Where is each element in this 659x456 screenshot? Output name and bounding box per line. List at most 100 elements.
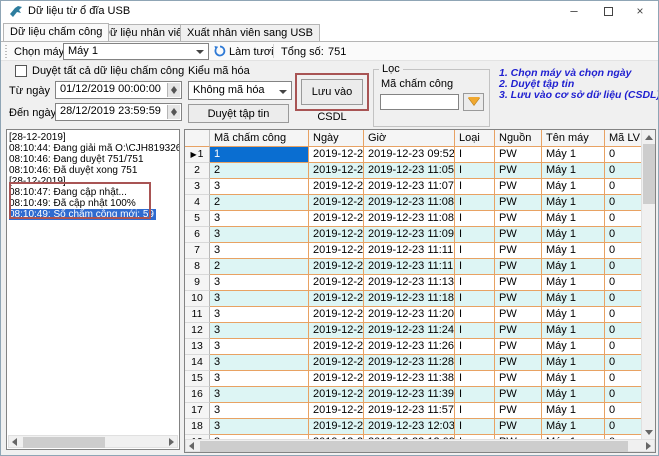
table-cell[interactable]: PW bbox=[495, 163, 542, 179]
row-header-cell[interactable]: 5 bbox=[185, 211, 210, 227]
maximize-button[interactable] bbox=[592, 1, 624, 23]
table-cell[interactable]: 2 bbox=[210, 163, 309, 179]
row-header-cell[interactable]: 4 bbox=[185, 195, 210, 211]
table-cell[interactable]: Máy 1 bbox=[542, 291, 605, 307]
table-cell[interactable]: 2019-12-23 bbox=[309, 403, 364, 419]
table-cell[interactable]: 2019-12-23 11:09:55 bbox=[364, 227, 455, 243]
log-line[interactable]: 08:10:46: Đã duyệt xong 751 bbox=[9, 165, 179, 176]
table-cell[interactable]: 0 bbox=[605, 179, 643, 195]
table-cell[interactable]: Máy 1 bbox=[542, 163, 605, 179]
table-row[interactable]: 1532019-12-232019-12-23 11:38:03IPWMáy 1… bbox=[185, 371, 643, 387]
column-header[interactable]: Tên máy bbox=[542, 130, 605, 147]
row-header-cell[interactable]: 13 bbox=[185, 339, 210, 355]
table-cell[interactable]: Máy 1 bbox=[542, 259, 605, 275]
log-line[interactable]: 08:10:46: Đang duyệt 751/751 bbox=[9, 154, 179, 165]
table-row[interactable]: 1032019-12-232019-12-23 11:18:11IPWMáy 1… bbox=[185, 291, 643, 307]
row-header-cell[interactable]: 16 bbox=[185, 387, 210, 403]
table-cell[interactable]: 3 bbox=[210, 243, 309, 259]
table-cell[interactable]: I bbox=[455, 323, 495, 339]
browse-all-checkbox[interactable] bbox=[15, 65, 27, 77]
row-header-cell[interactable]: 12 bbox=[185, 323, 210, 339]
table-cell[interactable]: I bbox=[455, 403, 495, 419]
spinner-icon[interactable] bbox=[167, 105, 180, 119]
table-cell[interactable]: 3 bbox=[210, 323, 309, 339]
table-cell[interactable]: 2019-12-23 bbox=[309, 275, 364, 291]
scroll-left-icon[interactable] bbox=[12, 438, 17, 446]
table-cell[interactable]: 0 bbox=[605, 307, 643, 323]
table-cell[interactable]: 2019-12-23 09:52:48 bbox=[364, 147, 455, 163]
table-cell[interactable]: 2019-12-23 11:38:03 bbox=[364, 371, 455, 387]
table-cell[interactable]: Máy 1 bbox=[542, 195, 605, 211]
table-cell[interactable]: 2019-12-23 bbox=[309, 387, 364, 403]
refresh-button[interactable]: Làm tươi bbox=[229, 46, 274, 58]
table-cell[interactable]: Máy 1 bbox=[542, 179, 605, 195]
table-cell[interactable]: 0 bbox=[605, 163, 643, 179]
table-cell[interactable]: 2019-12-23 11:57:49 bbox=[364, 403, 455, 419]
table-row[interactable]: 332019-12-232019-12-23 11:07:26IPWMáy 10 bbox=[185, 179, 643, 195]
table-row[interactable]: 1432019-12-232019-12-23 11:28:23IPWMáy 1… bbox=[185, 355, 643, 371]
table-cell[interactable]: PW bbox=[495, 147, 542, 163]
table-horizontal-scrollbar[interactable] bbox=[185, 439, 655, 452]
row-header-cell[interactable]: 10 bbox=[185, 291, 210, 307]
table-cell[interactable]: PW bbox=[495, 307, 542, 323]
table-cell[interactable]: Máy 1 bbox=[542, 227, 605, 243]
table-cell[interactable]: 2019-12-23 bbox=[309, 227, 364, 243]
table-cell[interactable]: 2019-12-23 12:03:45 bbox=[364, 419, 455, 435]
table-cell[interactable]: 2019-12-23 11:13:23 bbox=[364, 275, 455, 291]
table-cell[interactable]: PW bbox=[495, 387, 542, 403]
from-date-picker[interactable]: 01/12/2019 00:00:00 bbox=[55, 81, 182, 99]
table-cell[interactable]: 0 bbox=[605, 211, 643, 227]
table-cell[interactable]: 2019-12-23 bbox=[309, 291, 364, 307]
table-cell[interactable]: Máy 1 bbox=[542, 419, 605, 435]
table-cell[interactable]: 2019-12-23 bbox=[309, 243, 364, 259]
scroll-right-icon[interactable] bbox=[169, 438, 174, 446]
table-cell[interactable]: I bbox=[455, 227, 495, 243]
table-cell[interactable]: 0 bbox=[605, 243, 643, 259]
row-header-cell[interactable]: 11 bbox=[185, 307, 210, 323]
table-row[interactable]: 422019-12-232019-12-23 11:08:40IPWMáy 10 bbox=[185, 195, 643, 211]
table-cell[interactable]: 2019-12-23 bbox=[309, 339, 364, 355]
table-cell[interactable]: 0 bbox=[605, 275, 643, 291]
column-header[interactable]: Ngày bbox=[309, 130, 364, 147]
table-cell[interactable]: 2 bbox=[210, 195, 309, 211]
table-cell[interactable]: 2019-12-23 bbox=[309, 355, 364, 371]
row-header-cell[interactable]: ▶1 bbox=[185, 147, 210, 163]
table-cell[interactable]: 2019-12-23 bbox=[309, 323, 364, 339]
table-cell[interactable]: 3 bbox=[210, 403, 309, 419]
row-header-cell[interactable]: 14 bbox=[185, 355, 210, 371]
table-cell[interactable]: 0 bbox=[605, 339, 643, 355]
column-header[interactable]: Giờ bbox=[364, 130, 455, 147]
table-cell[interactable]: 2019-12-23 11:26:13 bbox=[364, 339, 455, 355]
table-cell[interactable]: 3 bbox=[210, 307, 309, 323]
encoding-select[interactable]: Không mã hóa bbox=[188, 81, 292, 100]
scrollbar-thumb[interactable] bbox=[200, 441, 628, 452]
toolbar-grip[interactable] bbox=[5, 45, 7, 58]
table-cell[interactable]: 0 bbox=[605, 147, 643, 163]
table-cell[interactable]: I bbox=[455, 259, 495, 275]
row-header-cell[interactable]: 6 bbox=[185, 227, 210, 243]
table-row[interactable]: 222019-12-232019-12-23 11:05:53IPWMáy 10 bbox=[185, 163, 643, 179]
machine-select[interactable]: Máy 1 bbox=[63, 43, 209, 60]
to-date-picker[interactable]: 28/12/2019 23:59:59 bbox=[55, 103, 182, 121]
table-cell[interactable]: PW bbox=[495, 259, 542, 275]
table-cell[interactable]: I bbox=[455, 163, 495, 179]
table-cell[interactable]: Máy 1 bbox=[542, 307, 605, 323]
row-header-cell[interactable]: 15 bbox=[185, 371, 210, 387]
table-cell[interactable]: PW bbox=[495, 291, 542, 307]
table-cell[interactable]: Máy 1 bbox=[542, 387, 605, 403]
table-cell[interactable]: I bbox=[455, 291, 495, 307]
attendance-code-input[interactable] bbox=[380, 94, 459, 110]
table-cell[interactable]: I bbox=[455, 387, 495, 403]
table-cell[interactable]: 2019-12-23 bbox=[309, 419, 364, 435]
filter-button[interactable] bbox=[463, 93, 484, 111]
scroll-up-icon[interactable] bbox=[645, 135, 653, 140]
table-row[interactable]: 1132019-12-232019-12-23 11:20:52IPWMáy 1… bbox=[185, 307, 643, 323]
row-header-cell[interactable]: 9 bbox=[185, 275, 210, 291]
table-cell[interactable]: 1 bbox=[210, 147, 309, 163]
tab-du-lieu-cham-cong[interactable]: Dữ liệu chấm công bbox=[3, 23, 109, 41]
table-cell[interactable]: Máy 1 bbox=[542, 243, 605, 259]
table-row[interactable]: 732019-12-232019-12-23 11:11:18IPWMáy 10 bbox=[185, 243, 643, 259]
table-row[interactable]: 1332019-12-232019-12-23 11:26:13IPWMáy 1… bbox=[185, 339, 643, 355]
table-corner-cell[interactable] bbox=[185, 130, 210, 147]
table-row[interactable]: 1632019-12-232019-12-23 11:39:35IPWMáy 1… bbox=[185, 387, 643, 403]
